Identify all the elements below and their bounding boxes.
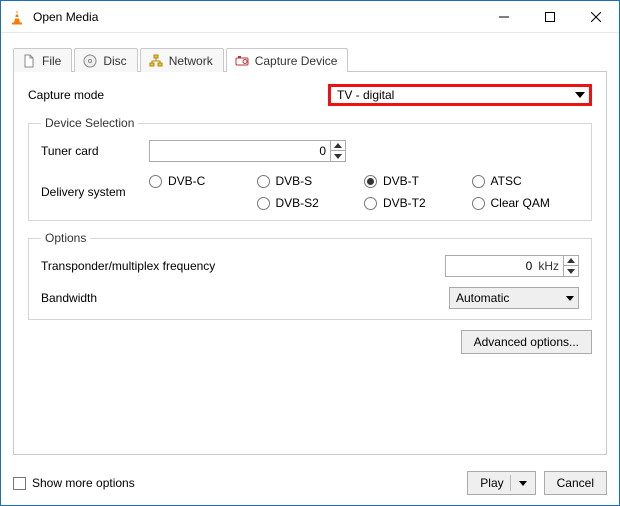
radio-dvbt[interactable]: DVB-T	[364, 174, 472, 188]
radio-atsc[interactable]: ATSC	[472, 174, 580, 188]
advanced-options-button[interactable]: Advanced options...	[461, 330, 592, 354]
spin-up-icon[interactable]	[564, 256, 578, 266]
chevron-down-icon	[575, 92, 585, 98]
frequency-label: Transponder/multiplex frequency	[41, 259, 445, 273]
device-selection-group: Device Selection Tuner card Delivery sys…	[28, 116, 592, 221]
tuner-card-label: Tuner card	[41, 144, 149, 158]
device-selection-legend: Device Selection	[41, 116, 138, 130]
capture-mode-select[interactable]: TV - digital	[328, 84, 592, 106]
disc-icon	[83, 54, 97, 68]
dialog-footer: Show more options Play Cancel	[1, 465, 619, 505]
radio-dvbt2[interactable]: DVB-T2	[364, 196, 472, 210]
tab-label: File	[42, 54, 61, 68]
capture-mode-value: TV - digital	[337, 88, 394, 102]
radio-dvbc[interactable]: DVB-C	[149, 174, 257, 188]
play-button[interactable]: Play	[467, 471, 535, 495]
minimize-button[interactable]	[481, 1, 527, 33]
options-legend: Options	[41, 231, 90, 245]
delivery-system-radios: DVB-C DVB-S DVB-T ATSC DVB-S2 DVB-T2 Cle…	[149, 174, 579, 210]
close-button[interactable]	[573, 1, 619, 33]
tab-disc[interactable]: Disc	[74, 48, 137, 72]
frequency-unit: kHz	[536, 256, 563, 276]
capture-mode-row: Capture mode TV - digital	[28, 84, 592, 106]
bandwidth-value: Automatic	[456, 291, 509, 305]
network-icon	[149, 54, 163, 68]
vlc-cone-icon	[9, 9, 25, 25]
capture-device-icon	[235, 54, 249, 68]
file-icon	[22, 54, 36, 68]
cancel-button[interactable]: Cancel	[544, 471, 607, 495]
options-group: Options Transponder/multiplex frequency …	[28, 231, 592, 320]
tab-bar: File Disc Network Capture Device	[13, 45, 607, 71]
checkbox-box	[13, 477, 26, 490]
tab-label: Disc	[103, 54, 126, 68]
chevron-down-icon	[519, 481, 527, 486]
open-media-window: Open Media File Disc	[0, 0, 620, 506]
spin-buttons[interactable]	[330, 141, 345, 161]
frequency-input[interactable]	[446, 256, 536, 276]
tab-label: Capture Device	[255, 54, 338, 68]
tab-label: Network	[169, 54, 213, 68]
spin-buttons[interactable]	[563, 256, 578, 276]
frequency-spinbox[interactable]: kHz	[445, 255, 579, 277]
radio-clearqam[interactable]: Clear QAM	[472, 196, 580, 210]
spin-up-icon[interactable]	[331, 141, 345, 151]
capture-device-panel: Capture mode TV - digital Device Selecti…	[13, 71, 607, 455]
radio-dvbs2[interactable]: DVB-S2	[257, 196, 365, 210]
tab-network[interactable]: Network	[140, 48, 224, 72]
tuner-card-input[interactable]	[150, 141, 330, 161]
window-title: Open Media	[33, 10, 481, 24]
chevron-down-icon	[566, 296, 574, 301]
spin-down-icon[interactable]	[331, 151, 345, 161]
tab-capture-device[interactable]: Capture Device	[226, 48, 349, 72]
tab-file[interactable]: File	[13, 48, 72, 72]
radio-dvbs[interactable]: DVB-S	[257, 174, 365, 188]
spin-down-icon[interactable]	[564, 266, 578, 276]
tuner-card-spinbox[interactable]	[149, 140, 346, 162]
capture-mode-label: Capture mode	[28, 88, 328, 102]
show-more-options-label: Show more options	[32, 476, 135, 490]
delivery-system-label: Delivery system	[41, 185, 149, 199]
bandwidth-select[interactable]: Automatic	[449, 287, 579, 309]
show-more-options-checkbox[interactable]: Show more options	[13, 476, 135, 490]
content-area: File Disc Network Capture Device	[1, 33, 619, 465]
bandwidth-label: Bandwidth	[41, 291, 449, 305]
titlebar: Open Media	[1, 1, 619, 33]
maximize-button[interactable]	[527, 1, 573, 33]
